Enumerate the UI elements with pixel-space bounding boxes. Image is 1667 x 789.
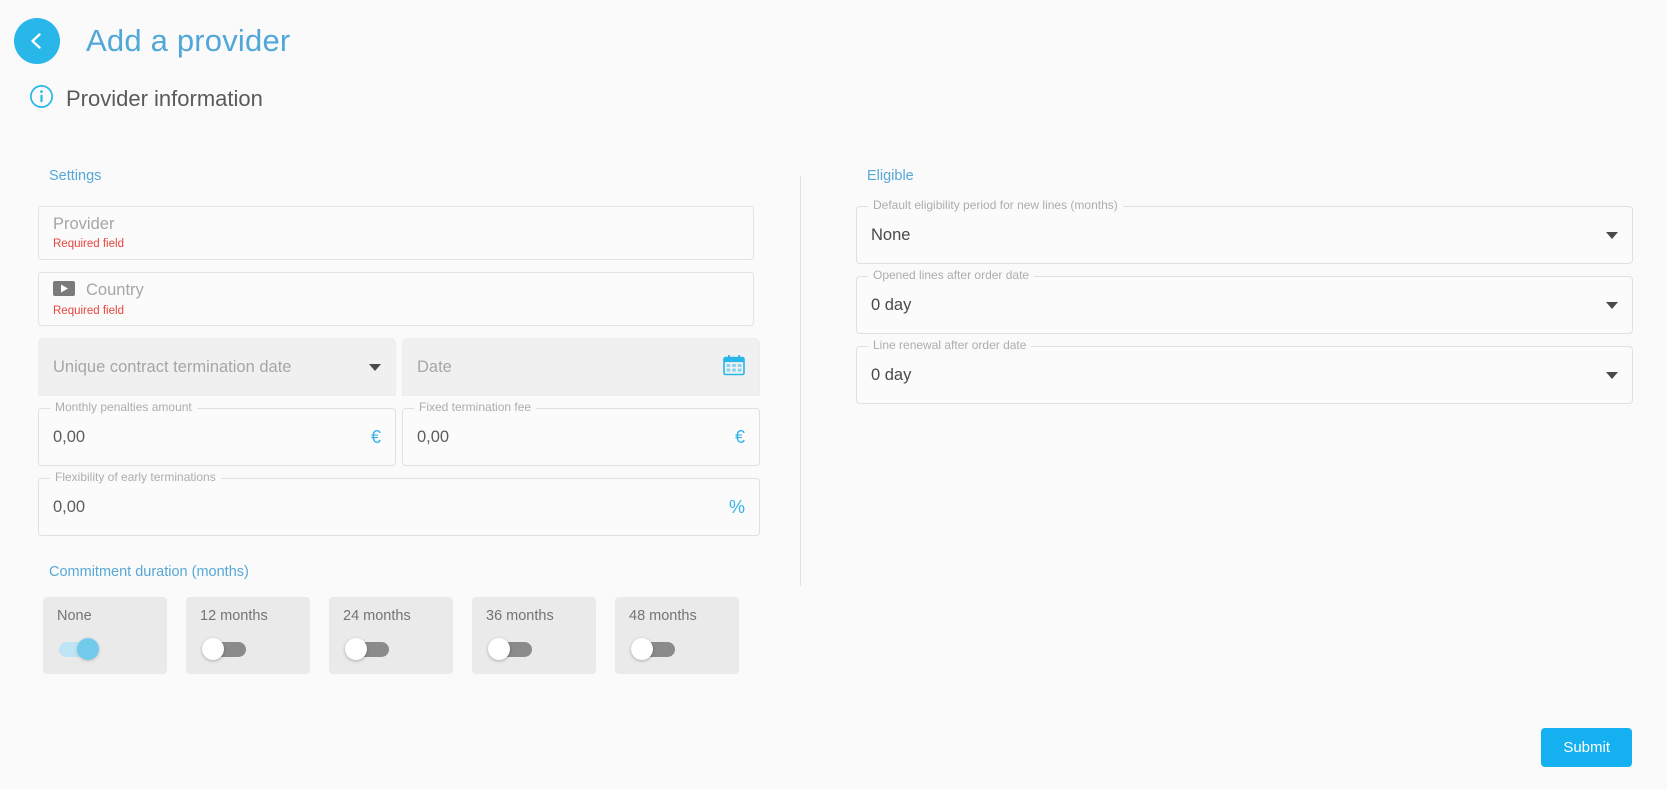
line-renewal-label: Line renewal after order date [868, 339, 1032, 351]
toggle-knob [631, 637, 653, 660]
monthly-penalties-label: Monthly penalties amount [50, 401, 197, 413]
termination-row: Unique contract termination date Date [38, 338, 760, 408]
commitment-option-label: 48 months [629, 608, 697, 624]
toggle-knob [77, 637, 99, 660]
page-header: Add a provider [0, 0, 1667, 70]
eligible-group-label: Eligible [867, 168, 914, 184]
euro-suffix-icon: € [370, 426, 381, 447]
commitment-option-label: 36 months [486, 608, 554, 624]
flexibility-value: 0,00 [53, 497, 86, 516]
commitment-toggle-none[interactable] [59, 637, 105, 660]
commitment-option-24-months[interactable]: 24 months [329, 597, 453, 674]
default-eligibility-period-label: Default eligibility period for new lines… [868, 199, 1123, 211]
commitment-option-48-months[interactable]: 48 months [615, 597, 739, 674]
chevron-down-icon [1606, 231, 1618, 239]
commitment-toggle-12-months[interactable] [202, 637, 248, 660]
settings-column: Settings Provider Required field Country… [0, 168, 800, 674]
section-title: Provider information [66, 86, 263, 111]
flag-icon [53, 280, 75, 300]
default-eligibility-period-value: None [871, 225, 911, 244]
commitment-option-none[interactable]: None [43, 597, 167, 674]
line-renewal-after-order-date-select[interactable]: Line renewal after order date 0 day [856, 339, 1633, 404]
commitment-toggle-36-months[interactable] [488, 637, 534, 660]
termination-date-placeholder: Date [417, 357, 452, 376]
toggle-knob [202, 637, 224, 660]
chevron-down-icon [1606, 371, 1618, 379]
euro-suffix-icon: € [734, 426, 745, 447]
flexibility-label: Flexibility of early terminations [50, 471, 221, 483]
termination-select-value: Unique contract termination date [53, 357, 292, 376]
provider-field[interactable]: Provider Required field [38, 206, 754, 260]
monthly-penalties-amount-field[interactable]: Monthly penalties amount 0,00 € [38, 401, 396, 466]
calendar-icon[interactable] [723, 354, 745, 381]
settings-group-label: Settings [49, 168, 102, 184]
eligible-column: Eligible Default eligibility period for … [801, 168, 1667, 674]
provider-form-page: Add a provider Provider information Sett… [0, 0, 1667, 789]
toggle-knob [345, 637, 367, 660]
form-columns: Settings Provider Required field Country… [0, 120, 1667, 674]
page-title: Add a provider [86, 23, 291, 58]
monthly-penalties-value: 0,00 [53, 427, 86, 446]
fixed-termination-fee-label: Fixed termination fee [414, 401, 537, 413]
section-header: Provider information [0, 78, 1667, 120]
chevron-down-icon [1606, 301, 1618, 309]
commitment-toggle-48-months[interactable] [631, 637, 677, 660]
line-renewal-value: 0 day [871, 365, 912, 384]
fixed-termination-fee-value: 0,00 [417, 427, 450, 446]
default-eligibility-period-select[interactable]: Default eligibility period for new lines… [856, 199, 1633, 264]
country-error: Required field [53, 305, 124, 317]
chevron-left-icon [27, 31, 47, 51]
provider-placeholder: Provider [53, 214, 115, 233]
commitment-option-label: 24 months [343, 608, 411, 624]
chevron-down-icon [369, 363, 381, 371]
submit-button[interactable]: Submit [1541, 728, 1632, 767]
fees-row: Monthly penalties amount 0,00 € Fixed te… [38, 401, 760, 478]
commitment-duration-label: Commitment duration (months) [49, 564, 249, 580]
country-field[interactable]: Country Required field [38, 272, 754, 326]
opened-lines-label: Opened lines after order date [868, 269, 1035, 281]
commitment-option-36-months[interactable]: 36 months [472, 597, 596, 674]
back-button[interactable] [14, 18, 60, 64]
opened-lines-value: 0 day [871, 295, 912, 314]
country-placeholder: Country [86, 280, 144, 299]
toggle-knob [488, 637, 510, 660]
unique-contract-termination-date-select[interactable]: Unique contract termination date [38, 338, 396, 396]
commitment-toggle-24-months[interactable] [345, 637, 391, 660]
opened-lines-after-order-date-select[interactable]: Opened lines after order date 0 day [856, 269, 1633, 334]
termination-date-input[interactable]: Date [402, 338, 760, 396]
flexibility-of-early-terminations-field[interactable]: Flexibility of early terminations 0,00 % [38, 471, 760, 536]
percent-suffix-icon: % [728, 496, 745, 517]
country-placeholder-row: Country [53, 280, 739, 300]
fixed-termination-fee-field[interactable]: Fixed termination fee 0,00 € [402, 401, 760, 466]
commitment-option-label: None [57, 608, 92, 624]
commitment-option-12-months[interactable]: 12 months [186, 597, 310, 674]
commitment-toggle-grid: None 12 months 24 months 36 months 48 mo… [38, 597, 800, 674]
info-circle-icon [29, 84, 54, 114]
commitment-option-label: 12 months [200, 608, 268, 624]
footer-actions: Submit [1541, 728, 1632, 767]
provider-error: Required field [53, 238, 124, 250]
